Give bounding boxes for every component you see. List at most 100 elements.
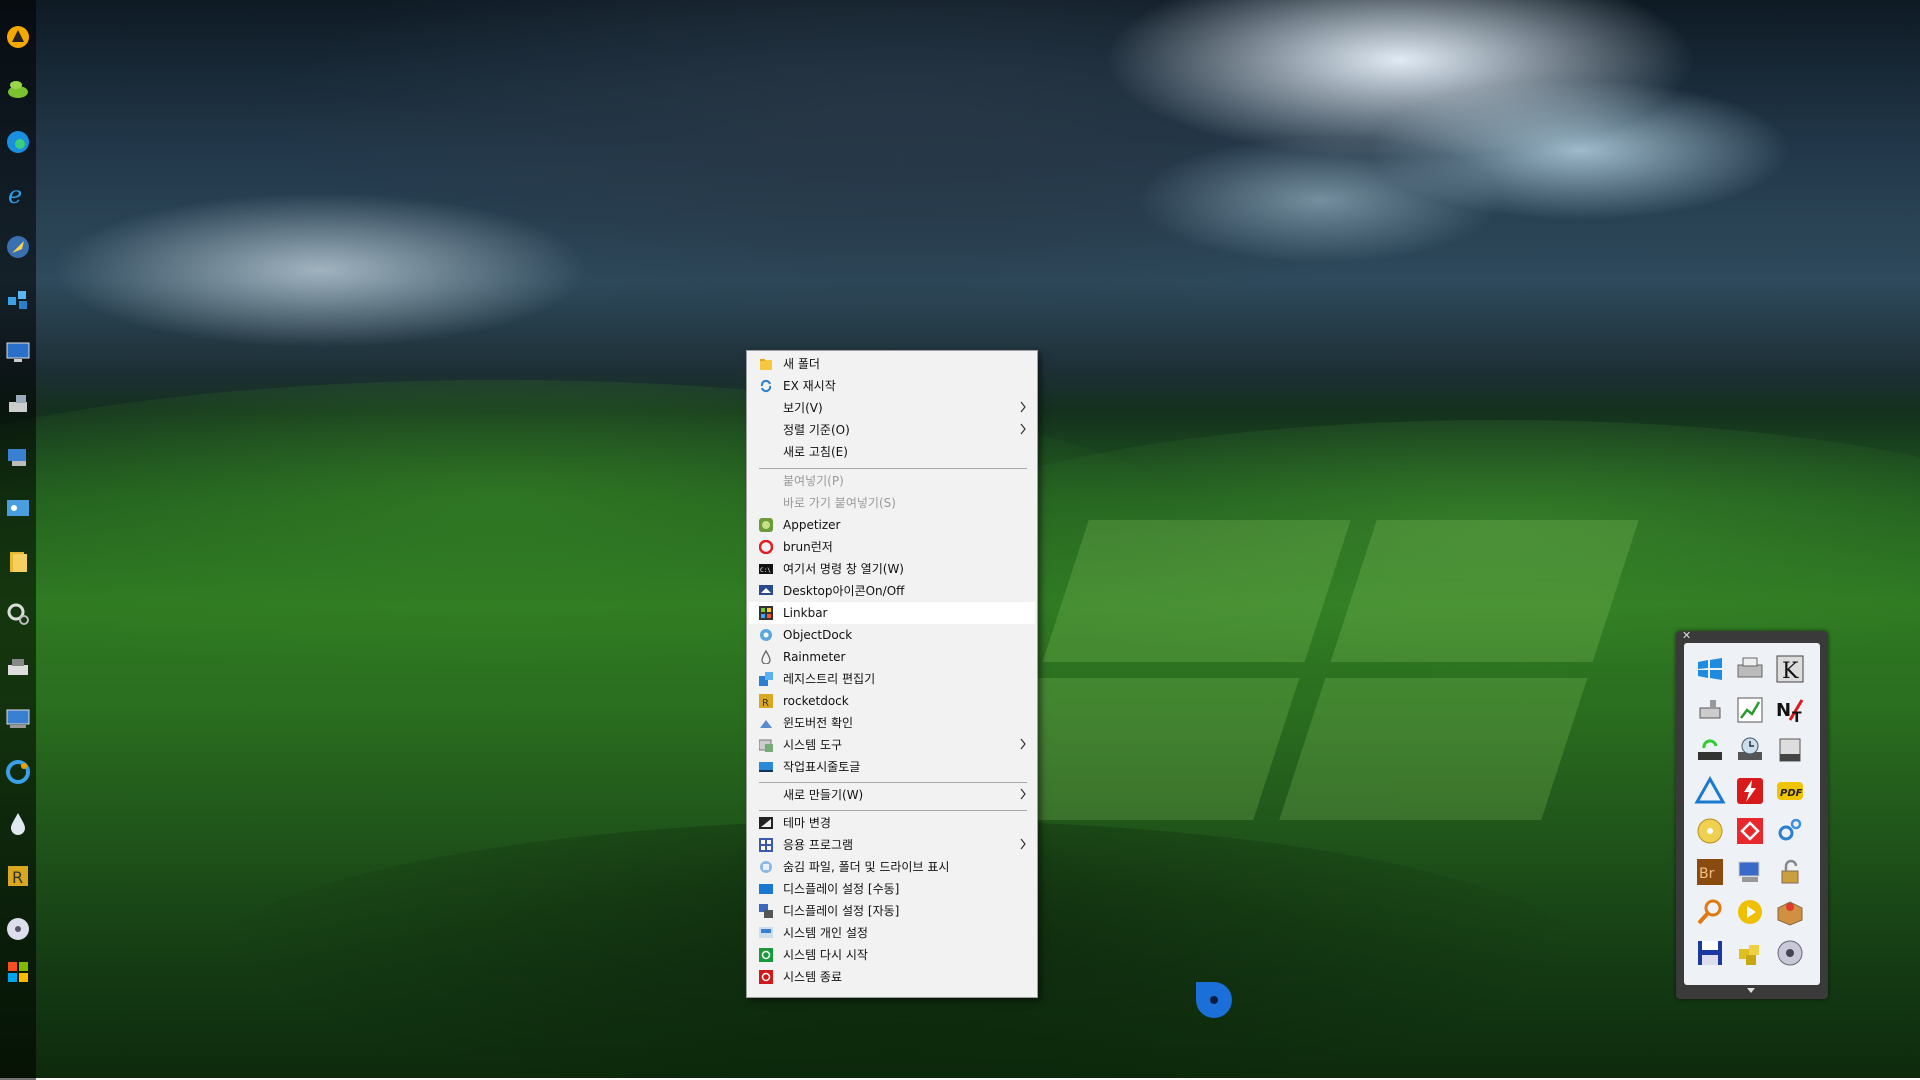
menu-item-12[interactable]: Linkbar (749, 602, 1035, 624)
refresh-icon (760, 379, 772, 393)
monitor-icon[interactable] (4, 338, 32, 366)
menu-item-17[interactable]: 윈도버전 확인 (749, 712, 1035, 734)
menu-item-11[interactable]: Desktop아이콘On/Off (749, 580, 1035, 602)
menu-item-25[interactable]: 디스플레이 설정 [자동] (749, 900, 1035, 922)
menu-item-24[interactable]: 디스플레이 설정 [수동] (749, 878, 1035, 900)
svg-text:PDF: PDF (1780, 788, 1803, 799)
edge-icon[interactable] (4, 128, 32, 156)
menu-item-4[interactable]: 정렬 기준(O) (749, 419, 1035, 441)
menu-item-label: 시스템 다시 시작 (783, 948, 868, 962)
menu-item-28[interactable]: 시스템 종료 (749, 966, 1035, 988)
cd-icon[interactable] (1694, 815, 1726, 847)
usb-drive-icon[interactable] (1694, 694, 1726, 726)
menu-item-3[interactable]: 보기(V) (749, 397, 1035, 419)
menu-item-5[interactable]: 새로 고침(E) (749, 441, 1035, 463)
ccleaner-icon[interactable] (4, 758, 32, 786)
computer-icon[interactable] (1734, 856, 1766, 888)
display-settings-icon[interactable] (4, 705, 32, 733)
menu-item-2[interactable]: EX 재시작 (749, 375, 1035, 397)
menu-item-label: 시스템 종료 (783, 970, 843, 984)
svg-text:C:\: C:\ (760, 567, 771, 574)
menu-item-22[interactable]: 응용 프로그램 (749, 834, 1035, 856)
flash-icon[interactable] (1734, 775, 1766, 807)
notepad-plus-icon[interactable]: NT (1774, 694, 1806, 726)
menu-item-20[interactable]: 새로 만들기(W) (749, 784, 1035, 806)
puzzle-icon[interactable] (1734, 937, 1766, 969)
menu-item-label: brun런저 (783, 540, 833, 554)
menu-item-23[interactable]: 숨김 파일, 폴더 및 드라이브 표시 (749, 856, 1035, 878)
menu-item-label: 정렬 기준(O) (783, 423, 850, 437)
save-disk-icon[interactable] (1694, 937, 1726, 969)
chart-icon[interactable] (1734, 694, 1766, 726)
k-app-icon[interactable]: K (1774, 653, 1806, 685)
restart-icon (759, 948, 773, 962)
package-icon[interactable] (1774, 896, 1806, 928)
menu-item-26[interactable]: 시스템 개인 설정 (749, 922, 1035, 944)
menu-item-label: Appetizer (783, 518, 841, 532)
menu-item-18[interactable]: 시스템 도구 (749, 734, 1035, 756)
triangle-app-icon[interactable] (1694, 775, 1726, 807)
folder-icon[interactable] (4, 548, 32, 576)
chevron-right-icon (1020, 838, 1026, 850)
rainmeter-widget-icon[interactable] (1192, 978, 1236, 1022)
appetizer-icon (759, 518, 773, 532)
bridge-icon[interactable]: Br (1694, 856, 1726, 888)
menu-item-21[interactable]: 테마 변경 (749, 812, 1035, 834)
menu-item-15[interactable]: 레지스트리 편집기 (749, 668, 1035, 690)
menu-item-6: 붙여넣기(P) (749, 470, 1035, 492)
left-launcher-bar: e R (0, 0, 36, 1080)
drive-icon[interactable] (4, 653, 32, 681)
settings-gears-icon[interactable] (4, 600, 32, 628)
menu-item-label: 응용 프로그램 (783, 838, 854, 852)
rainmeter-drop-icon[interactable] (4, 810, 32, 838)
unlock-icon[interactable] (1774, 856, 1806, 888)
computer-drive-icon[interactable] (4, 390, 32, 418)
objectdock-icon (760, 629, 772, 641)
menu-item-1[interactable]: 새 폴더 (749, 353, 1035, 375)
menu-item-14[interactable]: Rainmeter (749, 646, 1035, 668)
windows-flag-icon[interactable] (4, 958, 32, 986)
dock-close-icon[interactable]: ✕ (1682, 630, 1694, 642)
chevron-right-icon (1020, 423, 1026, 435)
pc-network-icon[interactable] (4, 443, 32, 471)
refresh-drive-icon[interactable] (1694, 734, 1726, 766)
appetizer-leaf-icon[interactable] (4, 75, 32, 103)
play-icon[interactable] (1734, 896, 1766, 928)
menu-item-label: Desktop아이콘On/Off (783, 584, 905, 598)
menu-item-label: 숨김 파일, 폴더 및 드라이브 표시 (783, 860, 950, 874)
control-panel-icon[interactable] (4, 495, 32, 523)
menu-item-13[interactable]: ObjectDock (749, 624, 1035, 646)
pdf-icon[interactable]: PDF (1774, 775, 1806, 807)
gear-icon[interactable] (1774, 815, 1806, 847)
menu-item-27[interactable]: 시스템 다시 시작 (749, 944, 1035, 966)
menu-item-10[interactable]: C:\ 여기서 명령 창 열기(W) (749, 558, 1035, 580)
dock-expand-arrow-icon[interactable] (1744, 985, 1758, 995)
menu-item-16[interactable]: Rrocketdock (749, 690, 1035, 712)
svg-text:T: T (1792, 710, 1802, 726)
time-machine-icon[interactable] (1734, 734, 1766, 766)
anydesk-icon[interactable] (1734, 815, 1766, 847)
dvd-icon[interactable] (1774, 937, 1806, 969)
brun-icon (759, 540, 773, 554)
svg-text:e: e (8, 181, 22, 208)
search-icon[interactable] (1694, 896, 1726, 928)
windows-logo-icon[interactable] (1694, 653, 1726, 685)
menu-item-8[interactable]: Appetizer (749, 514, 1035, 536)
rocket-icon[interactable] (4, 233, 32, 261)
rainmeter-icon (761, 650, 771, 664)
hard-drive-icon[interactable] (1774, 734, 1806, 766)
theme-icon (759, 817, 773, 829)
rocketdock-icon: R (759, 694, 773, 708)
menu-separator (759, 810, 1027, 811)
internet-explorer-icon[interactable]: e (4, 180, 32, 208)
menu-item-label: 테마 변경 (783, 816, 831, 830)
chevron-right-icon (1020, 401, 1026, 413)
menu-item-9[interactable]: brun런저 (749, 536, 1035, 558)
regedit-icon (759, 672, 773, 686)
menu-item-19[interactable]: 작업표시줄토글 (749, 756, 1035, 778)
aimp-icon[interactable] (4, 23, 32, 51)
dvd-icon[interactable] (4, 915, 32, 943)
network-cubes-icon[interactable] (4, 285, 32, 313)
rocketdock-icon[interactable]: R (4, 862, 32, 890)
printer-icon[interactable] (1734, 653, 1766, 685)
